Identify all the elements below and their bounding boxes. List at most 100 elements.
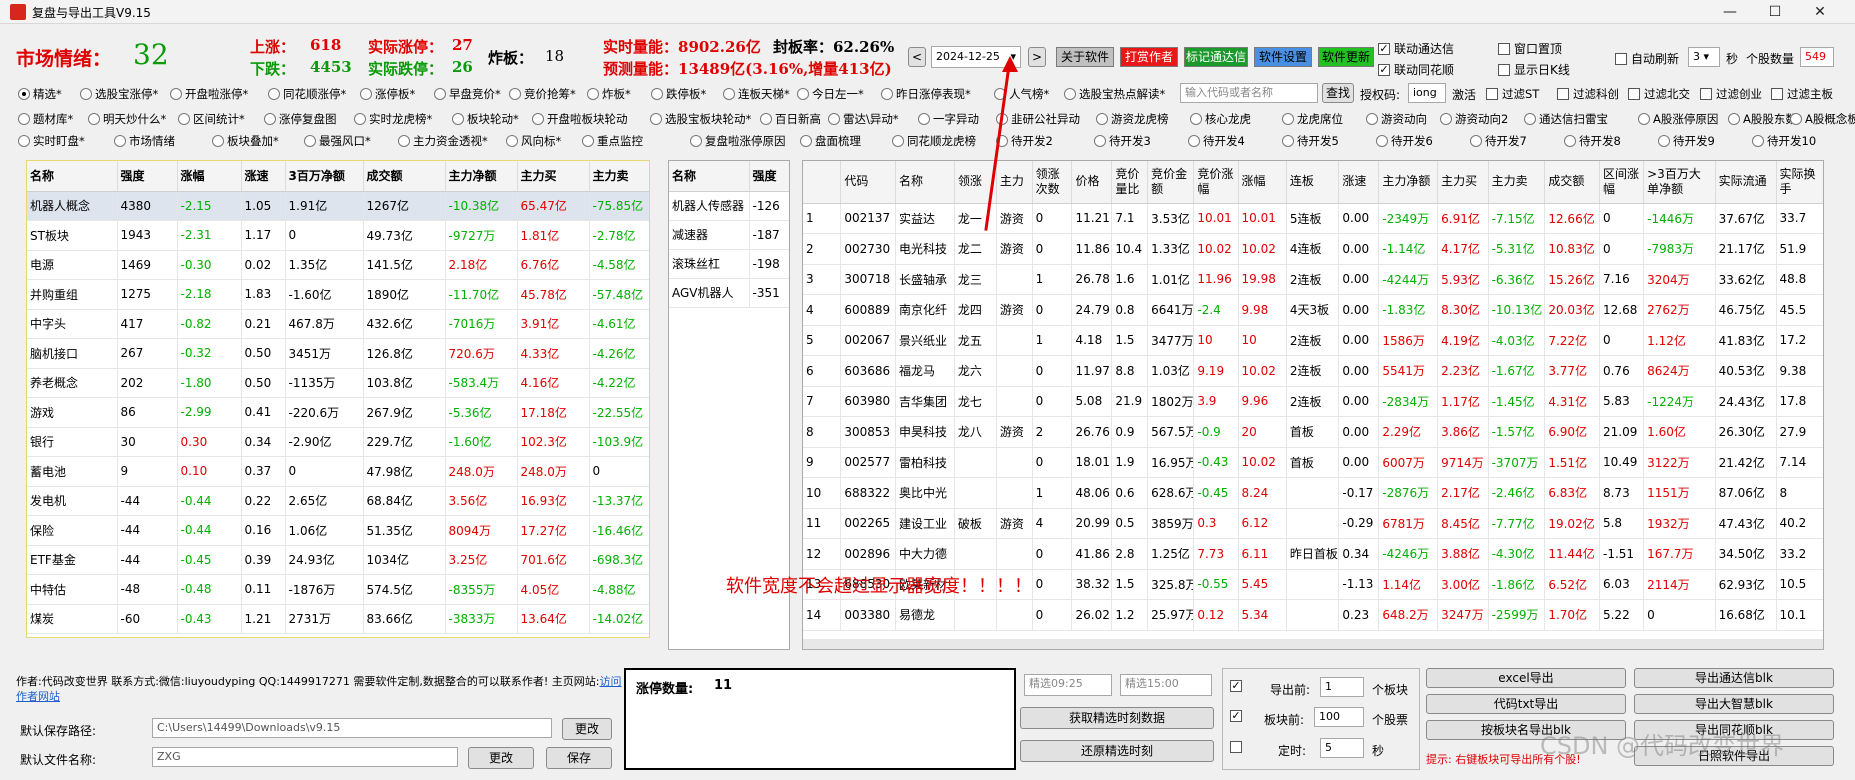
- radio-radios1-7[interactable]: 炸板*: [587, 86, 631, 102]
- fetch-snapshot-button[interactable]: 获取精选时刻数据: [1020, 707, 1214, 729]
- radio-radios2-8[interactable]: 百日新高: [760, 111, 821, 127]
- radio-radios3-9[interactable]: 同花顺龙虎榜: [892, 133, 976, 149]
- radio-radios3-7[interactable]: 复盘啦涨停原因: [690, 133, 786, 149]
- table-row[interactable]: 脑机接口 267 -0.32 0.50 3451万 126.8亿 720.6万 4.33亿 -4…: [27, 338, 649, 369]
- horizontal-scrollbar[interactable]: [803, 639, 1823, 649]
- column-header[interactable]: 涨速: [241, 161, 286, 192]
- radio-radios2-14[interactable]: 龙虎席位: [1282, 111, 1343, 127]
- column-header[interactable]: 主力卖: [1488, 161, 1546, 204]
- column-header[interactable]: 名称: [669, 161, 750, 192]
- file-name-input[interactable]: ZXG: [152, 747, 458, 767]
- pin-window-checkbox[interactable]: 窗口置顶: [1498, 40, 1562, 57]
- column-header[interactable]: 成交额: [1544, 161, 1600, 204]
- table-row[interactable]: 并购重组 1275 -2.18 1.83 -1.60亿 1890亿 -11.70亿 45.78…: [27, 279, 649, 310]
- radio-radios1-9[interactable]: 连板天梯*: [723, 86, 790, 102]
- table-row[interactable]: 6 603686 福龙马 龙六 0 11.97 8.8 1.03亿 9.19 10.02 2连板 0.…: [803, 355, 1823, 387]
- radio-radios2-6[interactable]: 开盘啦板块轮动: [532, 111, 628, 127]
- table-row[interactable]: 1 002137 实益达 龙一 游资 0 11.21 7.1 3.53亿 10.01 10.01 5连…: [803, 203, 1823, 234]
- radio-radios2-18[interactable]: A股涨停原因: [1638, 111, 1718, 127]
- daily-k-checkbox[interactable]: 显示日K线: [1498, 61, 1570, 78]
- refresh-interval-select[interactable]: 3 ▾: [1688, 47, 1720, 67]
- block-before-spin[interactable]: 100: [1314, 707, 1364, 727]
- maximize-button[interactable]: ☐: [1755, 2, 1795, 22]
- radio-radios3-5[interactable]: 风向标*: [506, 133, 561, 149]
- radio-radios1-8[interactable]: 跌停板*: [651, 86, 706, 102]
- column-header[interactable]: 竞价涨幅: [1193, 161, 1239, 204]
- column-header[interactable]: 主力卖: [589, 161, 649, 192]
- table-row[interactable]: ETF基金 -44 -0.45 0.39 24.93亿 1034亿 3.25亿 701.6亿 -…: [27, 545, 649, 575]
- column-header[interactable]: 主力: [996, 161, 1033, 204]
- radio-radios3-0[interactable]: 实时盯盘*: [18, 133, 85, 149]
- next-date-button[interactable]: >: [1028, 47, 1046, 67]
- column-header[interactable]: 3百万净额: [285, 161, 364, 192]
- radio-radios2-1[interactable]: 明天炒什么*: [88, 111, 166, 127]
- column-header[interactable]: [803, 161, 842, 204]
- table-row[interactable]: 滚珠丝杠 -198: [669, 249, 789, 279]
- radio-radios1-11[interactable]: 昨日涨停表现*: [881, 86, 971, 102]
- timer-checkbox[interactable]: [1230, 741, 1246, 753]
- filter-checkbox-1[interactable]: 过滤科创: [1557, 86, 1619, 102]
- column-header[interactable]: 竞价金额: [1147, 161, 1195, 204]
- table-row[interactable]: 电源 1469 -0.30 0.02 1.35亿 141.5亿 2.18亿 6.76亿 -4.5…: [27, 250, 649, 280]
- table-row[interactable]: ST板块 1943 -2.31 1.17 0 49.73亿 -9727万 1.81亿 -2.78…: [27, 220, 649, 251]
- color-button[interactable]: 关于软件: [1056, 47, 1114, 67]
- table-row[interactable]: 中特估 -48 -0.48 0.11 -1876万 574.5亿 -8355万 4.05亿 -4…: [27, 574, 649, 605]
- table-row[interactable]: 11 002265 建设工业 破板 游资 4 20.99 0.5 3859万 0.3 6.12 -0.…: [803, 508, 1823, 539]
- radio-radios3-11[interactable]: 待开发3: [1094, 133, 1151, 149]
- search-input[interactable]: 输入代码或者名称: [1180, 83, 1318, 103]
- link-ths-checkbox[interactable]: ✓ 联动同花顺: [1378, 61, 1454, 78]
- minimize-button[interactable]: —: [1710, 2, 1750, 22]
- timer-spin[interactable]: 5: [1320, 738, 1364, 758]
- auth-code-input[interactable]: iong: [1408, 83, 1446, 103]
- save-button[interactable]: 保存: [546, 747, 612, 769]
- prev-date-button[interactable]: <: [908, 47, 926, 67]
- change-file-button[interactable]: 更改: [468, 747, 534, 769]
- column-header[interactable]: 主力净额: [445, 161, 518, 192]
- activate-link[interactable]: 激活: [1452, 86, 1476, 103]
- column-header[interactable]: 主力净额: [1378, 161, 1439, 204]
- column-header[interactable]: 涨幅: [1238, 161, 1287, 204]
- radio-radios1-6[interactable]: 竞价抢筹*: [509, 86, 576, 102]
- radio-radios2-0[interactable]: 题材库*: [18, 111, 73, 127]
- time-0925-input[interactable]: 精选09:25: [1024, 674, 1112, 696]
- column-header[interactable]: 名称: [895, 161, 955, 204]
- radio-radios2-3[interactable]: 涨停复盘图: [264, 111, 337, 127]
- column-header[interactable]: 代码: [840, 161, 896, 204]
- radio-radios1-3[interactable]: 同花顺涨停*: [268, 86, 346, 102]
- table-row[interactable]: 养老概念 202 -1.80 0.50 -1135万 103.8亿 -583.4万 4.16亿…: [27, 368, 649, 398]
- column-header[interactable]: 强度: [749, 161, 789, 192]
- table-row[interactable]: 发电机 -44 -0.44 0.22 2.65亿 68.84亿 3.56亿 16.93亿 -13…: [27, 486, 649, 516]
- column-header[interactable]: 涨幅: [177, 161, 242, 192]
- filter-checkbox-3[interactable]: 过滤创业: [1700, 86, 1762, 102]
- radio-radios2-19[interactable]: A股股东数: [1728, 111, 1797, 127]
- radio-radios2-5[interactable]: 板块轮动*: [452, 111, 519, 127]
- column-header[interactable]: 区间涨幅: [1599, 161, 1645, 204]
- radio-radios1-0[interactable]: 精选*: [18, 86, 62, 102]
- table-row[interactable]: 保险 -44 -0.44 0.16 1.06亿 51.35亿 8094万 17.27亿 -16.…: [27, 515, 649, 546]
- column-header[interactable]: 名称: [27, 161, 118, 192]
- column-header[interactable]: 成交额: [363, 161, 446, 192]
- column-header[interactable]: 连板: [1286, 161, 1340, 204]
- radio-radios2-2[interactable]: 区间统计*: [178, 111, 245, 127]
- table-row[interactable]: 4 600889 南京化纤 龙四 游资 0 24.79 0.8 6641万 -2.4 9.98 4天3…: [803, 294, 1823, 326]
- radio-radios2-17[interactable]: 通达信扫雷宝: [1524, 111, 1608, 127]
- table-row[interactable]: 银行 30 0.30 0.34 -2.90亿 229.7亿 -1.60亿 102.3亿 -103…: [27, 427, 649, 457]
- sector-table[interactable]: 名称 强度 涨幅 涨速 3百万净额 成交额 主力净额 主力买 主力卖 机器人概念 4380 -2.1…: [26, 160, 650, 638]
- radio-radios3-15[interactable]: 待开发7: [1470, 133, 1527, 149]
- table-row[interactable]: 机器人传感器 -126: [669, 191, 789, 221]
- radio-radios1-4[interactable]: 涨停板*: [360, 86, 415, 102]
- table-row[interactable]: AGV机器人 -351: [669, 278, 789, 308]
- radio-radios3-10[interactable]: 待开发2: [996, 133, 1053, 149]
- table-row[interactable]: 减速器 -187: [669, 220, 789, 250]
- radio-radios1-5[interactable]: 早盘竞价*: [434, 86, 501, 102]
- filter-checkbox-0[interactable]: 过滤ST: [1486, 86, 1539, 102]
- radio-radios1-2[interactable]: 开盘啦涨停*: [170, 86, 248, 102]
- table-row[interactable]: 12 002896 中大力德 0 41.86 2.8 1.25亿 7.73 6.11 昨日首板 0.…: [803, 538, 1823, 570]
- radio-radios1-10[interactable]: 今日左一*: [797, 86, 864, 102]
- radio-radios2-4[interactable]: 实时龙虎榜*: [354, 111, 432, 127]
- radio-radios2-15[interactable]: 游资动向: [1366, 111, 1427, 127]
- radio-radios1-1[interactable]: 选股宝涨停*: [80, 86, 158, 102]
- radio-radios2-7[interactable]: 选股宝板块轮动*: [650, 111, 751, 127]
- table-row[interactable]: 煤炭 -60 -0.43 1.21 2731万 83.66亿 -3833万 13.64亿 -14…: [27, 604, 649, 634]
- stock-count-input[interactable]: 549: [1800, 47, 1834, 67]
